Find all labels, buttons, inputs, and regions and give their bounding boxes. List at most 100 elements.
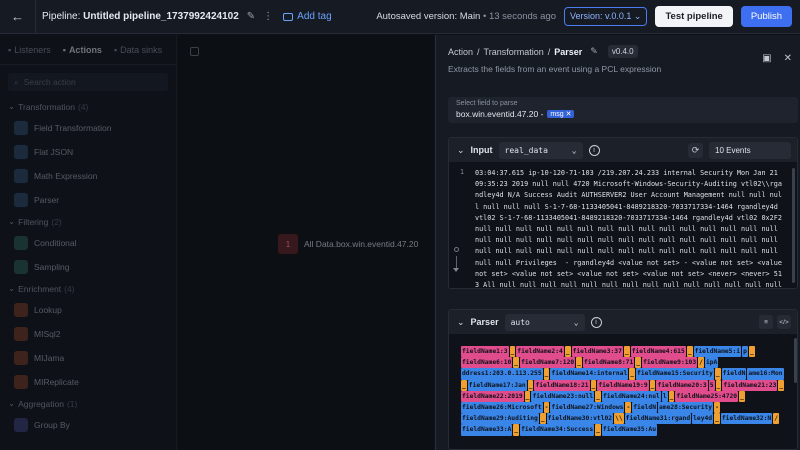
field-token[interactable]: fieldName29:Auditing bbox=[461, 413, 539, 425]
breadcrumb-action[interactable]: Action bbox=[448, 47, 473, 57]
action-item[interactable]: Lookup bbox=[0, 298, 176, 322]
separator-token[interactable]: _ bbox=[595, 390, 601, 403]
action-item[interactable]: Flat JSON bbox=[0, 140, 176, 164]
field-token[interactable]: p bbox=[742, 346, 748, 358]
action-item[interactable]: MIJama bbox=[0, 346, 176, 370]
chevron-down-icon[interactable]: ⌄ bbox=[457, 145, 465, 156]
field-token[interactable]: fieldName23:null bbox=[531, 390, 595, 403]
field-token[interactable]: 5 bbox=[708, 379, 715, 391]
field-token[interactable]: fieldName22:2019 bbox=[461, 390, 524, 403]
edit-pencil-icon[interactable]: ✎ bbox=[590, 46, 598, 57]
action-item[interactable]: Field Transformation bbox=[0, 116, 176, 140]
field-token[interactable]: fieldName18:21 bbox=[534, 379, 590, 391]
field-token[interactable]: fieldName34:Success bbox=[520, 424, 595, 436]
field-token[interactable]: fieldN bbox=[632, 402, 657, 414]
separator-token[interactable]: _ bbox=[686, 346, 693, 358]
input-source-select[interactable]: real_data ⌄ bbox=[498, 141, 583, 159]
separator-token[interactable]: _ bbox=[595, 424, 601, 436]
field-token[interactable]: fieldName14:internal bbox=[550, 368, 629, 380]
action-item[interactable]: MIReplicate bbox=[0, 370, 176, 394]
separator-token[interactable]: _ bbox=[649, 379, 656, 391]
separator-token[interactable]: - bbox=[625, 402, 632, 414]
separator-token[interactable]: _ bbox=[513, 357, 520, 369]
code-view-icon[interactable]: </> bbox=[777, 315, 791, 329]
separator-token[interactable]: - bbox=[543, 402, 550, 414]
field-selector[interactable]: Select field to parse box.win.eventid.47… bbox=[448, 97, 798, 123]
section-header[interactable]: ⌄ Enrichment (4) bbox=[0, 279, 176, 298]
field-token[interactable]: ley4d bbox=[692, 413, 714, 425]
field-token[interactable]: fieldName30:vtl02 bbox=[546, 413, 614, 425]
more-vertical-icon[interactable]: ⋮ bbox=[263, 11, 273, 22]
field-token[interactable]: l bbox=[661, 390, 668, 403]
breadcrumb-transformation[interactable]: Transformation bbox=[484, 47, 544, 57]
separator-token[interactable]: _ bbox=[527, 379, 534, 391]
add-tag-button[interactable]: Add tag bbox=[283, 11, 332, 22]
field-tag[interactable]: msg ✕ bbox=[547, 110, 575, 118]
field-token[interactable]: fieldName33:A bbox=[461, 424, 513, 436]
field-token[interactable]: ddress1:203.0.113.255 bbox=[461, 368, 543, 380]
field-token[interactable]: fieldName25:4720 bbox=[675, 390, 739, 403]
field-token[interactable]: ame28:Security bbox=[658, 402, 714, 414]
input-scrollbar[interactable] bbox=[792, 168, 795, 283]
separator-token[interactable]: - bbox=[714, 402, 720, 414]
section-header[interactable]: ⌄ Transformation (4) bbox=[0, 97, 176, 116]
field-token[interactable]: fieldName27:Windows bbox=[550, 402, 625, 414]
version-select[interactable]: Version: v.0.0.1 ⌄ bbox=[564, 7, 648, 26]
action-item[interactable]: Sampling bbox=[0, 255, 176, 279]
field-token[interactable]: fieldName3:37 bbox=[571, 346, 623, 358]
publish-button[interactable]: Publish bbox=[740, 6, 792, 27]
separator-token[interactable]: _ bbox=[714, 413, 720, 425]
arrow-left-icon[interactable]: ← bbox=[0, 0, 36, 34]
pipeline-canvas[interactable]: 1 All Data.box.win.eventid.47.20 bbox=[178, 35, 434, 450]
separator-token[interactable]: _ bbox=[668, 390, 675, 403]
action-item[interactable]: Math Expression bbox=[0, 164, 176, 188]
separator-token[interactable]: / bbox=[698, 357, 704, 369]
search-input[interactable]: ⌕ Search action bbox=[8, 73, 168, 91]
tab-data-sinks[interactable]: ▪ Data sinks bbox=[114, 45, 162, 55]
separator-token[interactable]: _ bbox=[524, 390, 531, 403]
separator-token[interactable]: _ bbox=[543, 368, 550, 380]
separator-token[interactable]: _ bbox=[461, 379, 467, 391]
events-count-input[interactable]: 10 Events bbox=[709, 141, 791, 159]
field-token[interactable]: ipA bbox=[704, 357, 719, 369]
field-token[interactable]: fieldName2:4 bbox=[516, 346, 564, 358]
field-token[interactable]: fieldName31:rgand bbox=[624, 413, 692, 425]
chevron-down-icon[interactable]: ⌄ bbox=[457, 317, 465, 328]
section-header[interactable]: ⌄ Aggregation (1) bbox=[0, 394, 176, 413]
field-token[interactable]: fieldN bbox=[721, 368, 747, 380]
separator-token[interactable]: _ bbox=[714, 368, 721, 380]
field-token[interactable]: fieldName7:120 bbox=[520, 357, 576, 369]
field-token[interactable]: fieldName5:i bbox=[693, 346, 742, 358]
separator-token[interactable]: _ bbox=[635, 357, 642, 369]
field-token[interactable]: fieldName35:Au bbox=[601, 424, 657, 436]
separator-token[interactable]: _ bbox=[778, 379, 785, 391]
edit-pencil-icon[interactable]: ✎ bbox=[247, 11, 255, 22]
field-token[interactable]: fieldName20:3 bbox=[656, 379, 708, 391]
field-token[interactable]: fieldName21:23 bbox=[722, 379, 778, 391]
field-token[interactable]: fieldName19:9 bbox=[597, 379, 649, 391]
separator-token[interactable]: _ bbox=[590, 379, 597, 391]
tab-actions[interactable]: ▪ Actions bbox=[63, 45, 102, 55]
separator-token[interactable]: _ bbox=[715, 379, 722, 391]
separator-token[interactable]: _ bbox=[576, 357, 582, 369]
info-icon[interactable]: i bbox=[590, 316, 602, 328]
separator-token[interactable]: _ bbox=[629, 368, 636, 380]
list-view-icon[interactable]: ≡ bbox=[759, 315, 773, 329]
save-icon[interactable]: ▣ bbox=[762, 53, 771, 64]
field-token[interactable]: fieldName15:Security bbox=[636, 368, 714, 380]
collapse-panel-icon[interactable] bbox=[190, 47, 199, 56]
close-icon[interactable]: ✕ bbox=[784, 53, 792, 64]
test-pipeline-button[interactable]: Test pipeline bbox=[655, 6, 733, 27]
refresh-icon[interactable]: ⟳ bbox=[688, 142, 703, 158]
tab-listeners[interactable]: ▪ Listeners bbox=[8, 45, 51, 55]
separator-token[interactable]: _ bbox=[623, 346, 630, 358]
parser-mode-select[interactable]: auto ⌄ bbox=[504, 313, 585, 331]
separator-token[interactable]: _ bbox=[564, 346, 571, 358]
separator-token[interactable]: _ bbox=[739, 390, 745, 403]
separator-token[interactable]: / bbox=[773, 413, 779, 425]
field-token[interactable]: fieldName1:3 bbox=[461, 346, 509, 358]
field-token[interactable]: fieldName4:615 bbox=[630, 346, 686, 358]
field-token[interactable]: fieldName32:N bbox=[720, 413, 773, 425]
action-item[interactable]: Parser bbox=[0, 188, 176, 212]
field-token[interactable]: fieldName24:nul bbox=[601, 390, 661, 403]
